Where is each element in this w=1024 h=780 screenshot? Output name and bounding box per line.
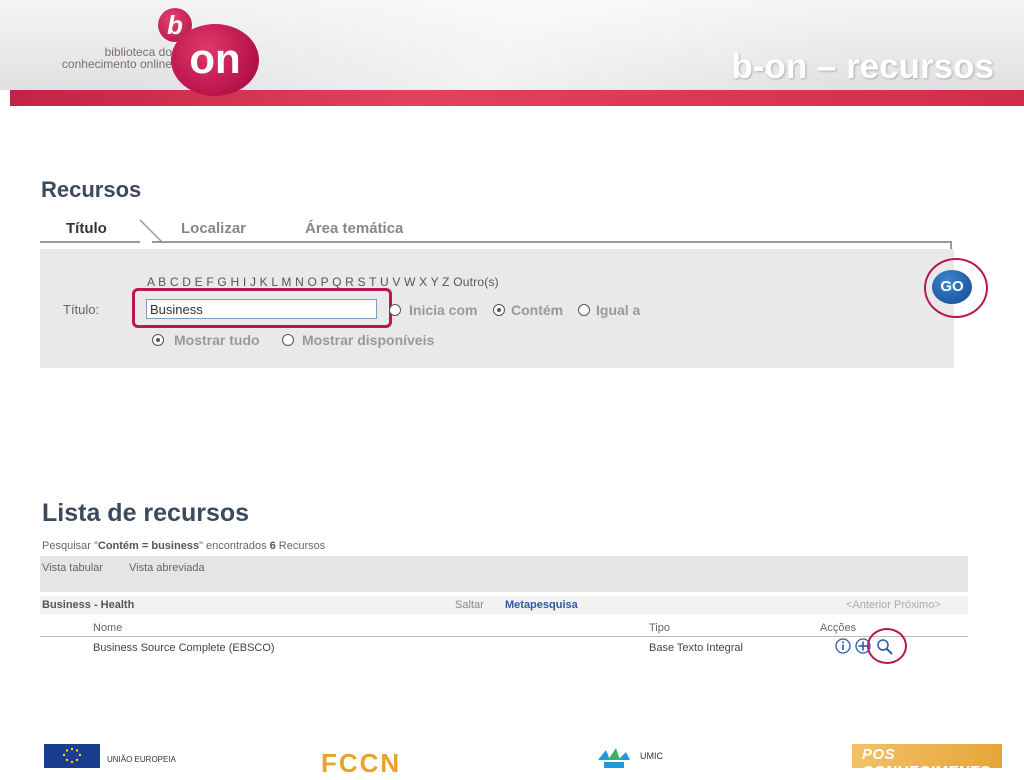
search-summary: Pesquisar "Contém = business" encontrado… bbox=[42, 540, 325, 552]
radio-mostrar-disponiveis[interactable] bbox=[282, 334, 294, 346]
radio-mostrar-tudo[interactable] bbox=[152, 334, 164, 346]
saltar-label: Saltar bbox=[455, 599, 484, 611]
radio-igual-a[interactable] bbox=[578, 304, 590, 316]
vista-tabular-link[interactable]: Vista tabular bbox=[42, 562, 103, 574]
eu-stars-icon bbox=[62, 747, 82, 764]
eu-flag-logo bbox=[44, 744, 100, 768]
tab-area-tematica[interactable]: Área temática bbox=[305, 220, 403, 237]
alphabet-index[interactable]: A B C D E F G H I J K L M N O P Q R S T … bbox=[147, 275, 499, 289]
option-mostrar-disponiveis-label: Mostrar disponíveis bbox=[302, 332, 435, 348]
option-inicia-com-label: Inicia com bbox=[409, 302, 478, 318]
umic-label: UMIC bbox=[640, 751, 663, 761]
tab-titulo[interactable]: Título bbox=[66, 220, 107, 237]
metapesquisa-link[interactable]: Metapesquisa bbox=[505, 599, 578, 611]
go-highlight-ring bbox=[924, 258, 988, 318]
input-highlight-ring bbox=[132, 288, 392, 328]
group-header-row bbox=[40, 596, 968, 614]
search-action-highlight-ring bbox=[867, 628, 907, 664]
lista-heading: Lista de recursos bbox=[42, 499, 250, 527]
titulo-label: Título: bbox=[63, 302, 100, 317]
tab-underline-left bbox=[40, 241, 140, 243]
option-mostrar-tudo-label: Mostrar tudo bbox=[174, 332, 260, 348]
fccn-logo: FCCN bbox=[321, 748, 402, 778]
tab-localizar[interactable]: Localizar bbox=[181, 220, 246, 237]
logo-tagline: biblioteca do conhecimento online bbox=[50, 46, 172, 70]
group-label: Business - Health bbox=[42, 599, 135, 611]
summary-mid: " encontrados bbox=[199, 540, 270, 552]
recursos-heading: Recursos bbox=[41, 177, 142, 202]
option-igual-a-label: Igual a bbox=[596, 302, 641, 318]
pagination[interactable]: <Anterior Próximo> bbox=[846, 599, 941, 611]
header-red-bar bbox=[10, 90, 1024, 106]
info-icon[interactable] bbox=[835, 638, 851, 654]
radio-inicia-com[interactable] bbox=[389, 304, 401, 316]
tab-connector bbox=[950, 241, 952, 249]
summary-query: Contém = business bbox=[97, 540, 200, 552]
page-title: b-on – recursos bbox=[731, 47, 994, 86]
logo-tagline-line2: conhecimento online bbox=[61, 57, 172, 71]
tab-underline bbox=[152, 241, 952, 243]
vista-abreviada-link[interactable]: Vista abreviada bbox=[129, 562, 205, 574]
row-nome[interactable]: Business Source Complete (EBSCO) bbox=[93, 642, 275, 654]
summary-prefix: Pesquisar " bbox=[42, 540, 98, 552]
radio-contem[interactable] bbox=[493, 304, 505, 316]
pos-conhecimento-label: POS CONHECIMENTO bbox=[862, 746, 992, 780]
column-header-tipo: Tipo bbox=[649, 622, 670, 634]
eu-label: UNIÃO EUROPEIA bbox=[107, 755, 176, 764]
logo-on-text[interactable]: on bbox=[171, 24, 259, 96]
column-header-nome: Nome bbox=[93, 622, 123, 634]
table-header-divider bbox=[40, 636, 968, 637]
option-contem-label: Contém bbox=[511, 302, 564, 318]
summary-suffix: Recursos bbox=[275, 540, 326, 552]
row-tipo: Base Texto Integral bbox=[649, 642, 743, 654]
umic-logo-icon bbox=[598, 748, 630, 768]
column-header-accoes: Acções bbox=[820, 622, 857, 634]
